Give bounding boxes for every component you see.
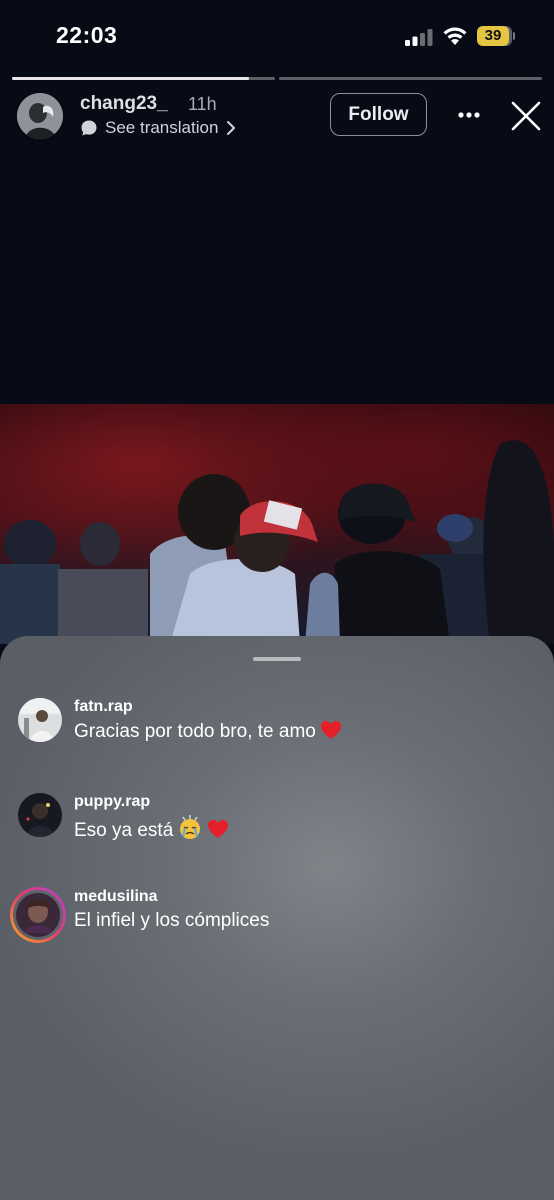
status-bar: 22:03 39 — [0, 0, 554, 70]
see-translation-link[interactable]: See translation — [80, 117, 238, 139]
story-progress-fill — [12, 77, 249, 80]
more-icon[interactable] — [456, 105, 482, 125]
avatar-image — [18, 793, 62, 837]
comment-item[interactable]: fatn.rap Gracias por todo bro, te amo — [0, 698, 554, 758]
crowd-photo-image — [0, 404, 554, 644]
follow-button[interactable]: Follow — [330, 93, 427, 136]
battery-icon: 39 — [477, 26, 515, 46]
battery-level: 39 — [484, 27, 502, 44]
comment-text-body: Gracias por todo bro, te amo — [74, 721, 316, 742]
translate-bubble-icon — [81, 120, 97, 136]
commenter-username[interactable]: fatn.rap — [74, 698, 133, 716]
wifi-icon — [443, 27, 467, 45]
comments-sheet[interactable]: fatn.rap Gracias por todo bro, te amo pu… — [0, 636, 554, 1200]
red-heart-emoji-icon — [208, 820, 229, 838]
close-icon[interactable] — [510, 100, 542, 132]
story-author-avatar[interactable] — [17, 93, 63, 139]
commenter-avatar[interactable] — [18, 698, 62, 742]
crying-face-emoji-icon — [180, 815, 201, 839]
story-progress-segment-1 — [12, 77, 275, 80]
avatar-image — [18, 698, 62, 742]
signal-icon — [405, 29, 433, 46]
comment-text: El infiel y los cómplices — [74, 910, 270, 931]
chevron-right-icon — [227, 121, 236, 135]
battery-cap — [513, 32, 515, 40]
story-progress-segment-2 — [279, 77, 542, 80]
story-author-username[interactable]: chang23_ — [80, 93, 168, 115]
commenter-avatar-story-ring[interactable] — [10, 887, 66, 943]
comment-text-body: Eso ya está — [74, 820, 174, 841]
commenter-username[interactable]: medusilina — [74, 888, 158, 906]
story-viewer-screen: 22:03 39 chang23_ 11h See translation Fo… — [0, 0, 554, 1200]
story-photo — [0, 404, 554, 644]
comment-text: Gracias por todo bro, te amo — [74, 720, 342, 743]
red-heart-emoji-icon — [320, 721, 341, 739]
sheet-drag-handle[interactable] — [253, 657, 301, 661]
commenter-avatar[interactable] — [18, 793, 62, 837]
avatar-image — [10, 887, 66, 943]
comment-item[interactable]: medusilina El infiel y los cómplices — [0, 887, 554, 948]
story-time-ago: 11h — [188, 94, 217, 114]
see-translation-label: See translation — [105, 118, 219, 137]
comment-text: Eso ya está — [74, 815, 229, 842]
commenter-username[interactable]: puppy.rap — [74, 793, 150, 811]
comment-item[interactable]: puppy.rap Eso ya está — [0, 793, 554, 853]
avatar-image — [17, 93, 63, 139]
status-time: 22:03 — [56, 22, 118, 48]
